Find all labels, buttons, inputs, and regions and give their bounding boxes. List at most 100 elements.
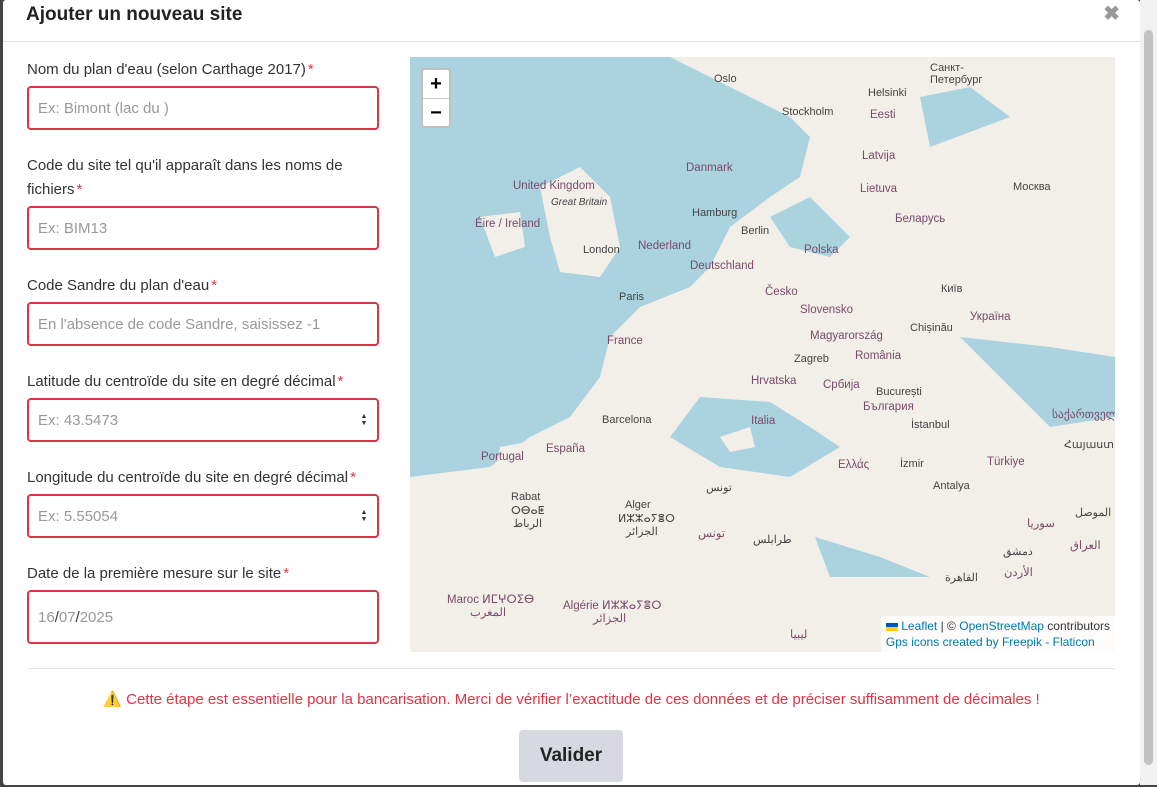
ukraine-flag-icon bbox=[885, 622, 898, 631]
map-label: España bbox=[546, 443, 586, 455]
map-label: Slovensko bbox=[800, 304, 854, 316]
map-label: Latvija bbox=[862, 150, 896, 162]
map-label: ⵔⴱⴰⵟ bbox=[511, 505, 545, 517]
date-year[interactable]: 2025 bbox=[80, 609, 113, 626]
required-mark: * bbox=[337, 373, 344, 390]
map-label: România bbox=[855, 350, 902, 362]
map-label: الموصل bbox=[1075, 507, 1112, 519]
site-code-group: Code du site tel qu'il apparaît dans les… bbox=[27, 154, 379, 250]
map-label: Great Britain bbox=[551, 197, 608, 208]
map-label: Italia bbox=[751, 415, 776, 427]
longitude-label: Longitude du centroïde du site en degré … bbox=[27, 469, 356, 486]
map-label: İzmir bbox=[900, 458, 924, 470]
osm-link[interactable]: OpenStreetMap bbox=[959, 619, 1044, 633]
map-label: الجزائر bbox=[626, 526, 658, 538]
map-label: Magyarország bbox=[810, 330, 883, 342]
map-label: Беларусь bbox=[895, 213, 946, 225]
map-label: Türkiye bbox=[987, 456, 1025, 468]
warning-message: ⚠️ Cette étape est essentielle pour la b… bbox=[3, 690, 1140, 708]
map-label: العراق bbox=[1070, 540, 1101, 552]
map-label: Berlin bbox=[741, 225, 770, 237]
map-label: Nederland bbox=[638, 240, 692, 252]
map-label: Deutschland bbox=[690, 260, 754, 272]
map-label: Hamburg bbox=[692, 207, 738, 219]
map-label: Alger bbox=[625, 499, 651, 511]
required-mark: * bbox=[76, 181, 83, 198]
number-spinner-icon[interactable]: ▲ ▼ bbox=[359, 509, 369, 523]
map-label: Lietuva bbox=[860, 183, 898, 195]
required-mark: * bbox=[283, 565, 290, 582]
sandre-code-input[interactable]: En l'absence de code Sandre, saisissez -… bbox=[27, 302, 379, 346]
map-label: Україна bbox=[970, 311, 1011, 323]
modal-title: Ajouter un nouveau site bbox=[26, 4, 243, 25]
latitude-group: Latitude du centroïde du site en degré d… bbox=[27, 370, 379, 442]
close-icon[interactable]: ✖ bbox=[1103, 4, 1120, 24]
map-label: Србија bbox=[823, 379, 860, 391]
flaticon-link[interactable]: Flaticon bbox=[1053, 635, 1095, 649]
site-map[interactable]: Oslo Stockholm Helsinki Санкт-Петербург … bbox=[410, 57, 1115, 652]
latitude-label: Latitude du centroïde du site en degré d… bbox=[27, 373, 344, 390]
map-label: Paris bbox=[619, 291, 645, 303]
date-month[interactable]: 07 bbox=[59, 609, 76, 626]
site-code-label: Code du site tel qu'il apparaît dans les… bbox=[27, 157, 343, 198]
date-day[interactable]: 16 bbox=[38, 609, 55, 626]
map-land bbox=[410, 57, 1115, 652]
modal-header: Ajouter un nouveau site ✖ bbox=[3, 0, 1140, 42]
map-label: الجزائر bbox=[593, 613, 627, 625]
sandre-code-label: Code Sandre du plan d'eau * bbox=[27, 277, 218, 294]
gps-icons-credit-link[interactable]: Gps icons created by bbox=[886, 635, 999, 649]
map-label: Maroc ⵍⵎⵖⵔⵉⴱ bbox=[447, 594, 535, 606]
first-measure-date-input[interactable]: 16/07/2025 bbox=[27, 590, 379, 644]
zoom-out-button[interactable]: − bbox=[423, 99, 449, 127]
required-mark: * bbox=[350, 469, 356, 486]
latitude-input[interactable]: Ex: 43.5473 ▲ ▼ bbox=[27, 398, 379, 442]
site-code-input[interactable]: Ex: BIM13 bbox=[27, 206, 379, 250]
map-label: ⵍⵣⵣⴰⵢⴻⵔ bbox=[618, 513, 675, 525]
map-label: Hrvatska bbox=[751, 375, 797, 387]
map-label: سوريا bbox=[1027, 518, 1055, 530]
longitude-input[interactable]: Ex: 5.55054 ▲ ▼ bbox=[27, 494, 379, 538]
map-label: საქართველო bbox=[1052, 409, 1115, 421]
map-label: Eesti bbox=[870, 109, 896, 121]
map-attribution: Leaflet | © OpenStreetMap contributors G… bbox=[880, 616, 1115, 652]
map-label: Москва bbox=[1013, 181, 1051, 193]
submit-button[interactable]: Valider bbox=[519, 730, 623, 782]
map-label: Polska bbox=[804, 244, 839, 256]
warning-text: Cette étape est essentielle pour la banc… bbox=[126, 691, 1040, 708]
map-label: France bbox=[607, 335, 643, 347]
map-label: دمشق bbox=[1003, 546, 1033, 558]
required-mark: * bbox=[307, 61, 314, 78]
map-label: القاهرة bbox=[945, 572, 978, 584]
map-label: Barcelona bbox=[602, 414, 652, 426]
map-label: Ελλάς bbox=[838, 459, 870, 471]
scrollbar-thumb[interactable] bbox=[1144, 30, 1153, 765]
map-label: ليبيا bbox=[790, 629, 808, 641]
map-label: Stockholm bbox=[782, 106, 834, 118]
lake-name-group: Nom du plan d'eau (selon Carthage 2017) *… bbox=[27, 58, 379, 130]
map-label: تونس bbox=[706, 482, 732, 494]
number-spinner-icon[interactable]: ▲ ▼ bbox=[359, 413, 369, 427]
map-label: İstanbul bbox=[911, 419, 950, 431]
lake-name-input[interactable]: Ex: Bimont (lac du ) bbox=[27, 86, 379, 130]
lake-name-label: Nom du plan d'eau (selon Carthage 2017) * bbox=[27, 61, 314, 78]
map-label: Helsinki bbox=[868, 87, 907, 99]
scrollbar[interactable] bbox=[1140, 0, 1157, 785]
leaflet-link[interactable]: Leaflet bbox=[901, 619, 937, 633]
map-label: Portugal bbox=[481, 451, 524, 463]
longitude-group: Longitude du centroïde du site en degré … bbox=[27, 466, 379, 538]
map-label: Chișinău bbox=[910, 322, 953, 334]
attribution-sep: | © bbox=[940, 619, 956, 633]
map-label: București bbox=[876, 386, 922, 398]
freepik-link[interactable]: Freepik bbox=[1002, 635, 1042, 649]
zoom-control: + − bbox=[421, 68, 451, 128]
attribution-dash: - bbox=[1045, 635, 1050, 649]
first-measure-date-group: Date de la première mesure sur le site * … bbox=[27, 562, 379, 644]
warning-icon: ⚠️ bbox=[103, 691, 122, 708]
footer-divider bbox=[27, 668, 1115, 669]
map-label: Київ bbox=[941, 283, 963, 295]
map-label: London bbox=[583, 244, 620, 256]
map-label: تونس bbox=[698, 528, 726, 540]
map-label: Éire / Ireland bbox=[475, 218, 541, 230]
map-label: Danmark bbox=[686, 162, 733, 174]
zoom-in-button[interactable]: + bbox=[423, 70, 449, 99]
